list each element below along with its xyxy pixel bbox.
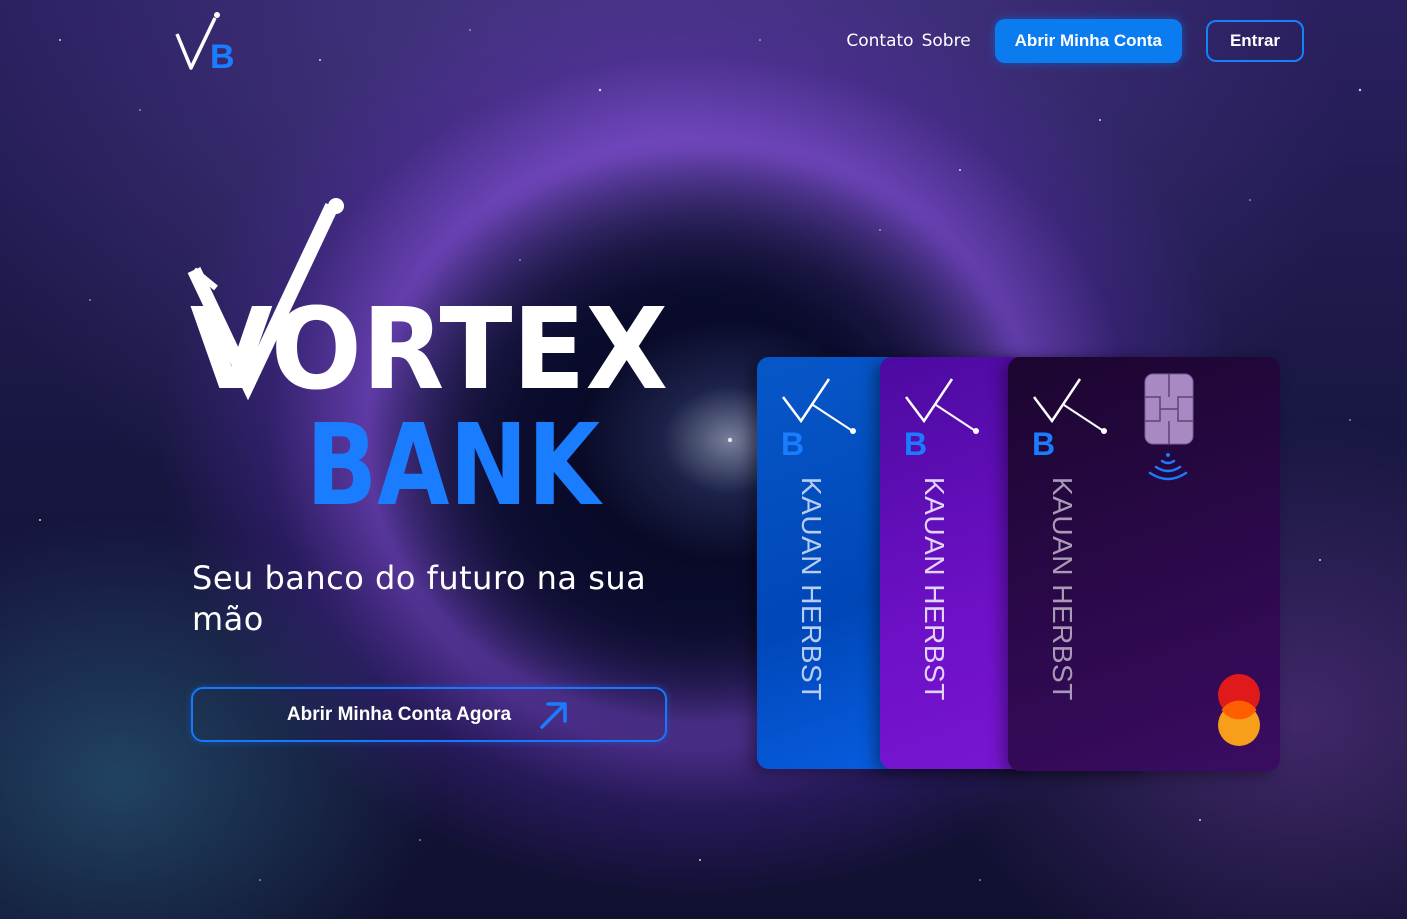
arrow-up-right-icon — [540, 701, 567, 729]
svg-text:B: B — [904, 426, 927, 457]
card-holder-name: KAUAN HERBST — [796, 477, 827, 701]
svg-text:B: B — [781, 426, 804, 457]
svg-text:B: B — [1032, 426, 1055, 457]
open-account-button[interactable]: Abrir Minha Conta — [994, 19, 1182, 63]
svg-text:B: B — [210, 38, 235, 72]
vb-logo-icon: B — [1032, 378, 1107, 457]
vb-logo-icon: B — [904, 378, 979, 457]
mastercard-icon — [1218, 674, 1260, 746]
brand-bank-text: BANK — [306, 401, 604, 522]
card-holder-name: KAUAN HERBST — [1047, 477, 1078, 701]
nav-contact-link[interactable]: Contato — [846, 31, 913, 51]
open-account-now-button[interactable]: Abrir Minha Conta Agora — [191, 687, 667, 742]
top-nav: Contato Sobre Abrir Minha Conta Entrar — [846, 19, 1304, 63]
cta-label: Abrir Minha Conta Agora — [286, 703, 512, 725]
card-holder-name: KAUAN HERBST — [919, 477, 950, 701]
chip-icon — [1144, 373, 1194, 445]
nav-about-link[interactable]: Sobre — [922, 31, 971, 51]
login-button[interactable]: Entrar — [1206, 20, 1304, 62]
hero-tagline: Seu banco do futuro na sua mão — [192, 559, 647, 638]
brand-vortex-text: VORTEX — [190, 285, 668, 415]
vortex-bank-logo: VORTEX BANK — [187, 198, 668, 522]
vb-logo-icon: B — [781, 378, 856, 457]
credit-card-dark[interactable]: B KAUAN HERBST — [1008, 357, 1280, 771]
vb-logo-icon[interactable]: B — [175, 12, 239, 72]
contactless-icon — [1148, 453, 1188, 481]
